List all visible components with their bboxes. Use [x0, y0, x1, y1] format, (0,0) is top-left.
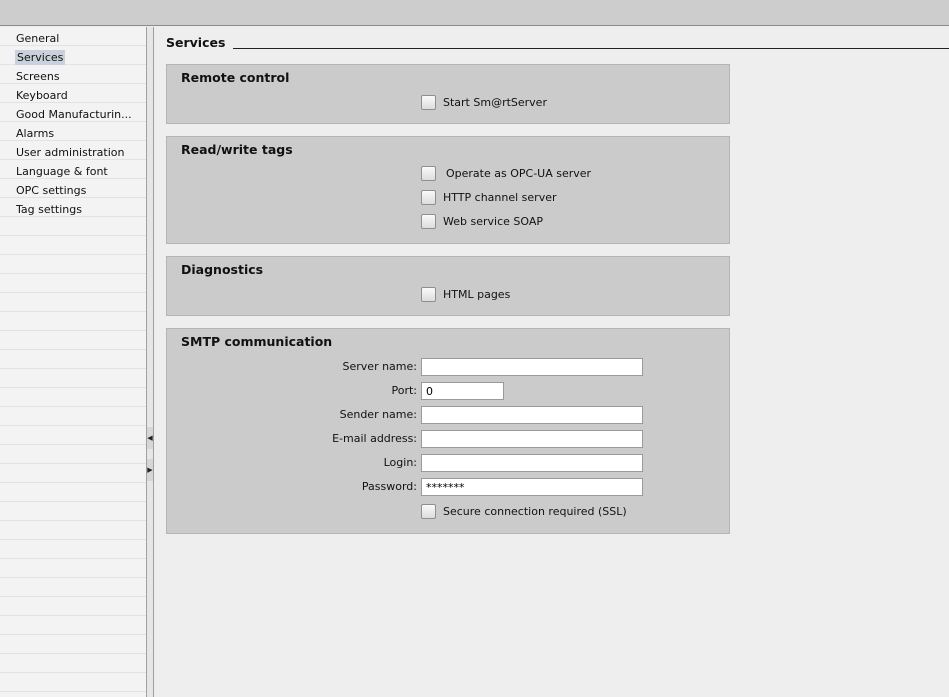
sender-name-row: Sender name: — [167, 406, 643, 424]
email-label: E-mail address: — [332, 432, 417, 445]
sidebar-item-general[interactable]: General — [0, 29, 146, 48]
ssl-checkbox[interactable]: Secure connection required (SSL) — [421, 504, 627, 519]
group-title: Remote control — [181, 70, 290, 85]
sidebar-item-label: OPC settings — [16, 184, 87, 197]
password-input[interactable] — [421, 478, 643, 496]
html-pages-checkbox[interactable]: HTML pages — [421, 287, 510, 302]
password-label: Password: — [361, 480, 417, 493]
checkbox-label: HTTP channel server — [443, 191, 557, 204]
sidebar-item-keyboard[interactable]: Keyboard — [0, 86, 146, 105]
sidebar-item-alarms[interactable]: Alarms — [0, 124, 146, 143]
sidebar-item-screens[interactable]: Screens — [0, 67, 146, 86]
group-read-write-tags: Read/write tags Operate as OPC-UA server… — [166, 136, 730, 244]
checkbox-box[interactable] — [421, 214, 436, 229]
sidebar-item-services[interactable]: Services — [0, 48, 146, 67]
password-row: Password: — [167, 478, 643, 496]
server-name-row: Server name: — [167, 358, 643, 376]
http-channel-server-checkbox[interactable]: HTTP channel server — [421, 190, 557, 205]
sidebar-item-label: Alarms — [16, 127, 55, 140]
title-divider — [233, 48, 949, 49]
checkbox-label: Operate as OPC-UA server — [446, 167, 592, 180]
checkbox-label: Secure connection required (SSL) — [443, 505, 627, 518]
group-title: SMTP communication — [181, 334, 333, 349]
port-row: Port: — [167, 382, 643, 400]
checkbox-label: HTML pages — [443, 288, 511, 301]
sidebar-item-language-font[interactable]: Language & font — [0, 162, 146, 181]
sender-name-input[interactable] — [421, 406, 643, 424]
group-diagnostics: Diagnostics HTML pages — [166, 256, 730, 316]
top-toolbar — [0, 0, 949, 26]
server-name-label: Server name: — [342, 360, 417, 373]
sidebar-item-label: Services — [15, 50, 66, 65]
email-row: E-mail address: — [167, 430, 643, 448]
sidebar-item-label: Good Manufacturin... — [16, 108, 132, 121]
page-title: Services — [166, 35, 949, 50]
collapse-left-icon[interactable]: ◀ — [147, 427, 153, 449]
sidebar-item-label: Tag settings — [16, 203, 82, 216]
checkbox-label: Web service SOAP — [443, 215, 543, 228]
checkbox-box[interactable] — [421, 190, 436, 205]
port-label: Port: — [391, 384, 417, 397]
email-input[interactable] — [421, 430, 643, 448]
sidebar-item-opc-settings[interactable]: OPC settings — [0, 181, 146, 200]
login-row: Login: — [167, 454, 643, 472]
group-title: Read/write tags — [181, 142, 293, 157]
sidebar-item-label: Language & font — [16, 165, 108, 178]
sidebar-item-label: Keyboard — [16, 89, 68, 102]
opc-ua-server-checkbox[interactable]: Operate as OPC-UA server — [421, 166, 591, 181]
group-title: Diagnostics — [181, 262, 264, 277]
page-title-text: Services — [166, 35, 226, 50]
web-service-soap-checkbox[interactable]: Web service SOAP — [421, 214, 543, 229]
port-input[interactable] — [421, 382, 504, 400]
checkbox-box[interactable] — [421, 166, 436, 181]
sidebar-item-gmp[interactable]: Good Manufacturin... — [0, 105, 146, 124]
sidebar-item-user-administration[interactable]: User administration — [0, 143, 146, 162]
sidebar-item-label: General — [16, 32, 60, 45]
checkbox-label: Start Sm@rtServer — [443, 96, 547, 109]
sidebar-nav: General Services Screens Keyboard Good M… — [0, 27, 146, 697]
group-remote-control: Remote control Start Sm@rtServer — [166, 64, 730, 124]
sidebar-item-label: Screens — [16, 70, 60, 83]
group-smtp-communication: SMTP communication Server name: Port: Se… — [166, 328, 730, 534]
expand-right-icon[interactable]: ▶ — [147, 459, 153, 481]
checkbox-box[interactable] — [421, 287, 436, 302]
login-input[interactable] — [421, 454, 643, 472]
checkbox-box[interactable] — [421, 504, 436, 519]
checkbox-box[interactable] — [421, 95, 436, 110]
server-name-input[interactable] — [421, 358, 643, 376]
sidebar-item-tag-settings[interactable]: Tag settings — [0, 200, 146, 219]
splitter[interactable]: ◀ ▶ — [146, 27, 154, 697]
login-label: Login: — [383, 456, 417, 469]
sidebar-item-label: User administration — [16, 146, 125, 159]
sender-name-label: Sender name: — [339, 408, 417, 421]
start-smartserver-checkbox[interactable]: Start Sm@rtServer — [421, 95, 547, 110]
